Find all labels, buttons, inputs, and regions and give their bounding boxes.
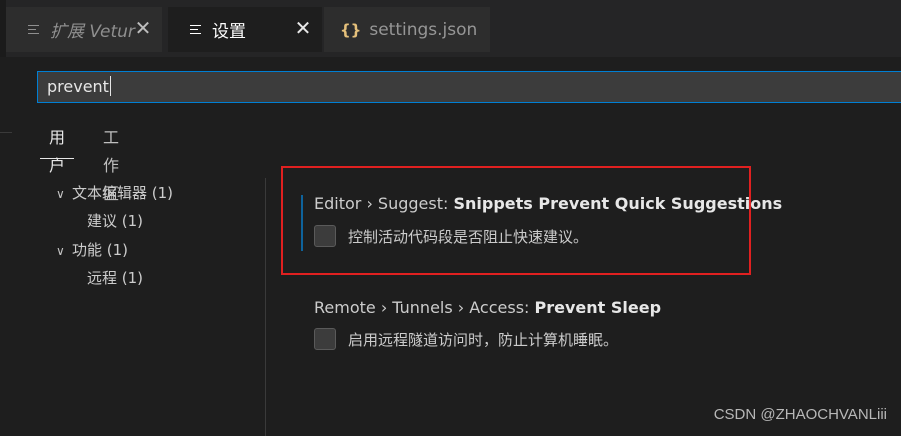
chevron-down-icon: ∨ bbox=[56, 244, 65, 258]
close-icon[interactable]: ✕ bbox=[134, 18, 152, 38]
close-icon[interactable]: ✕ bbox=[294, 18, 312, 38]
checkbox-snippets-prevent-quick-suggestions[interactable] bbox=[314, 225, 336, 247]
tab-settings[interactable]: 设置 ✕ bbox=[168, 7, 322, 52]
toc-label: 远程 (1) bbox=[87, 269, 144, 287]
setting-title-snippets-prevent-quick-suggestions: Editor › Suggest: Snippets Prevent Quick… bbox=[314, 194, 782, 213]
checkbox-remote-tunnels-prevent-sleep[interactable] bbox=[314, 328, 336, 350]
text-caret bbox=[109, 76, 111, 96]
tab-label: settings.json bbox=[369, 19, 478, 40]
setting-name: Prevent Sleep bbox=[534, 298, 662, 317]
tab-settings-json[interactable]: {} settings.json bbox=[324, 7, 490, 52]
setting-description: 启用远程隧道访问时，防止计算机睡眠。 bbox=[348, 331, 619, 349]
toc-item-text-editor[interactable]: ∨ 文本编辑器 (1) bbox=[56, 182, 173, 203]
setting-name: Snippets Prevent Quick Suggestions bbox=[453, 194, 783, 213]
tab-label: 扩展 Vetur bbox=[50, 22, 135, 42]
annotation-highlight-box bbox=[281, 166, 751, 275]
setting-description: 控制活动代码段是否阻止快速建议。 bbox=[348, 228, 589, 246]
setting-category: Editor › Suggest: bbox=[314, 194, 454, 213]
active-tab-underline bbox=[40, 158, 75, 159]
search-value: prevent bbox=[47, 77, 109, 96]
preview-lines-icon bbox=[26, 23, 42, 37]
toc-item-suggest[interactable]: 建议 (1) bbox=[87, 210, 143, 231]
chevron-down-icon: ∨ bbox=[56, 187, 65, 201]
editor-tab-bar: 扩展 Vetur ✕ 设置 ✕ {} settings.json bbox=[0, 0, 901, 57]
setting-title-remote-tunnels-prevent-sleep: Remote › Tunnels › Access: Prevent Sleep bbox=[314, 298, 661, 317]
toc-label: 文本编辑器 (1) bbox=[72, 184, 174, 202]
tab-extension-vetur[interactable]: 扩展 Vetur ✕ bbox=[6, 7, 163, 52]
tab-workspace-settings[interactable]: 工作区 bbox=[103, 124, 119, 203]
divider bbox=[0, 132, 12, 133]
toc-label: 功能 (1) bbox=[72, 241, 129, 259]
tab-label: 设置 bbox=[212, 22, 246, 42]
toc-item-features[interactable]: ∨ 功能 (1) bbox=[56, 239, 128, 260]
toc-item-remote[interactable]: 远程 (1) bbox=[87, 267, 143, 288]
tab-label: 用户 bbox=[49, 128, 66, 175]
json-braces-icon: {} bbox=[340, 20, 362, 39]
toc-divider bbox=[265, 178, 266, 436]
setting-focus-indicator bbox=[301, 195, 303, 251]
watermark: CSDN @ZHAOCHVANLiii bbox=[713, 406, 887, 423]
preview-lines-icon bbox=[188, 23, 204, 37]
settings-search-input[interactable]: prevent bbox=[37, 71, 901, 103]
settings-editor-window: 扩展 Vetur ✕ 设置 ✕ {} settings.json prevent… bbox=[0, 0, 901, 436]
tab-user-settings[interactable]: 用户 bbox=[40, 124, 75, 175]
toc-label: 建议 (1) bbox=[87, 212, 144, 230]
setting-category: Remote › Tunnels › Access: bbox=[314, 298, 535, 317]
